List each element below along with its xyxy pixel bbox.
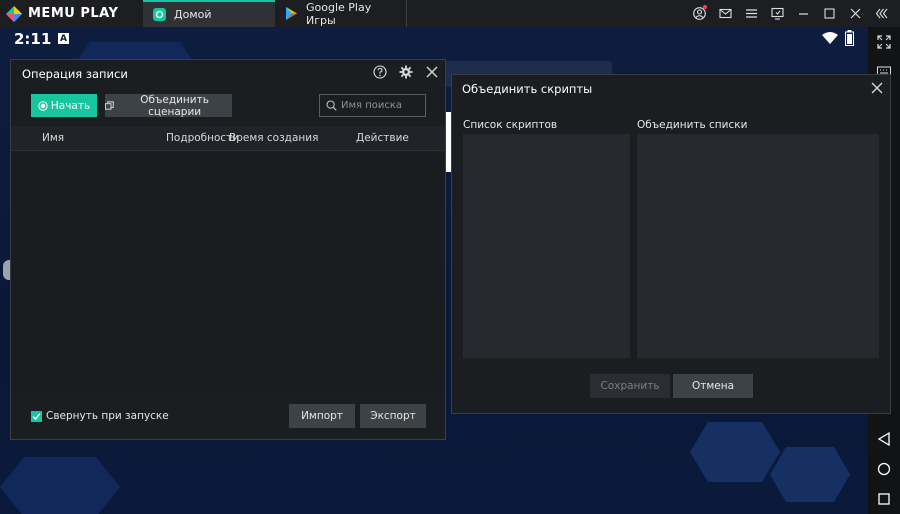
close-icon — [850, 8, 860, 19]
hamburger-icon — [745, 9, 757, 18]
scripts-list[interactable] — [463, 134, 630, 358]
maximize-icon — [823, 8, 835, 19]
merge-label: Объединить сценарии — [140, 93, 209, 118]
import-button[interactable]: Импорт — [289, 404, 355, 428]
status-clock: 2:11 — [14, 30, 52, 48]
fullscreen-button[interactable] — [868, 27, 900, 57]
tab-google-play-label: Google Play Игры — [306, 0, 372, 27]
close-icon[interactable] — [871, 82, 883, 94]
record-icon — [38, 100, 48, 111]
search-icon — [326, 100, 337, 111]
screen-mode-button[interactable] — [764, 0, 790, 27]
wifi-icon — [822, 32, 838, 44]
dialog-title: Объединить скрипты — [462, 82, 593, 96]
merge-lists-label: Объединить списки — [637, 119, 748, 131]
notification-dot — [703, 5, 707, 9]
close-icon[interactable] — [426, 66, 438, 78]
tab-home[interactable]: Домой — [143, 0, 275, 27]
search-box[interactable] — [319, 94, 426, 117]
scripts-list-label: Список скриптов — [463, 119, 558, 131]
close-window-button[interactable] — [842, 0, 868, 27]
account-button[interactable] — [686, 0, 712, 27]
gear-icon[interactable] — [399, 65, 413, 79]
mail-button[interactable] — [712, 0, 738, 27]
minimize-icon — [798, 13, 808, 15]
record-dialog-footer: Свернуть при запуске Импорт Экспорт — [11, 394, 445, 439]
search-input[interactable] — [341, 100, 421, 111]
collapse-on-start-checkbox[interactable] — [31, 411, 42, 422]
screen-mode-icon — [770, 7, 784, 20]
home-button[interactable] — [868, 454, 900, 484]
merge-scripts-dialog: Объединить скрипты Список скриптов Объед… — [451, 74, 891, 414]
merge-icon — [105, 100, 114, 110]
mail-icon — [718, 8, 732, 19]
merge-list[interactable] — [637, 134, 879, 358]
start-recording-button[interactable]: Начать — [31, 94, 97, 117]
tab-home-label: Домой — [174, 8, 212, 21]
checkmark-icon — [32, 413, 41, 421]
export-button[interactable]: Экспорт — [360, 404, 426, 428]
collapse-on-start-label[interactable]: Свернуть при запуске — [46, 410, 169, 422]
recents-button[interactable] — [868, 484, 900, 514]
scripts-table-body — [11, 152, 445, 394]
minimize-button[interactable] — [790, 0, 816, 27]
table-header: Имя Подробности Время создания Действие — [11, 126, 445, 151]
home-circle-icon — [877, 462, 891, 476]
google-play-icon — [285, 7, 298, 20]
app-logo: MEMU PLAY — [0, 0, 143, 27]
menu-button[interactable] — [738, 0, 764, 27]
recents-square-icon — [878, 493, 890, 505]
record-operation-dialog: Операция записи Начать Объединить сценар… — [10, 59, 446, 440]
window-controls — [686, 0, 900, 27]
start-label: Начать — [50, 99, 91, 112]
title-bar: MEMU PLAY Домой Google Play Игры — [0, 0, 900, 27]
notification-icon: A — [58, 33, 69, 44]
fullscreen-icon — [877, 35, 891, 49]
collapse-sidebar-button[interactable] — [868, 0, 894, 27]
logo-text: MEMU PLAY — [28, 6, 119, 21]
dialog-title: Операция записи — [22, 67, 128, 81]
background-shape — [690, 422, 780, 482]
chevrons-left-icon — [875, 8, 887, 19]
save-button[interactable]: Сохранить — [590, 374, 670, 398]
tab-google-play-games[interactable]: Google Play Игры — [275, 0, 407, 27]
merge-scenarios-button[interactable]: Объединить сценарии — [105, 93, 232, 118]
battery-icon — [845, 30, 854, 46]
background-shape — [770, 447, 850, 502]
column-name[interactable]: Имя — [42, 132, 64, 144]
memu-logo-icon — [6, 5, 22, 22]
memu-home-icon — [153, 8, 166, 21]
cancel-button[interactable]: Отмена — [673, 374, 753, 398]
background-shape — [0, 457, 120, 514]
back-triangle-icon — [877, 432, 890, 446]
help-icon[interactable] — [373, 65, 387, 79]
column-action[interactable]: Действие — [356, 132, 409, 144]
back-button[interactable] — [868, 424, 900, 454]
column-created[interactable]: Время создания — [229, 132, 318, 144]
maximize-button[interactable] — [816, 0, 842, 27]
